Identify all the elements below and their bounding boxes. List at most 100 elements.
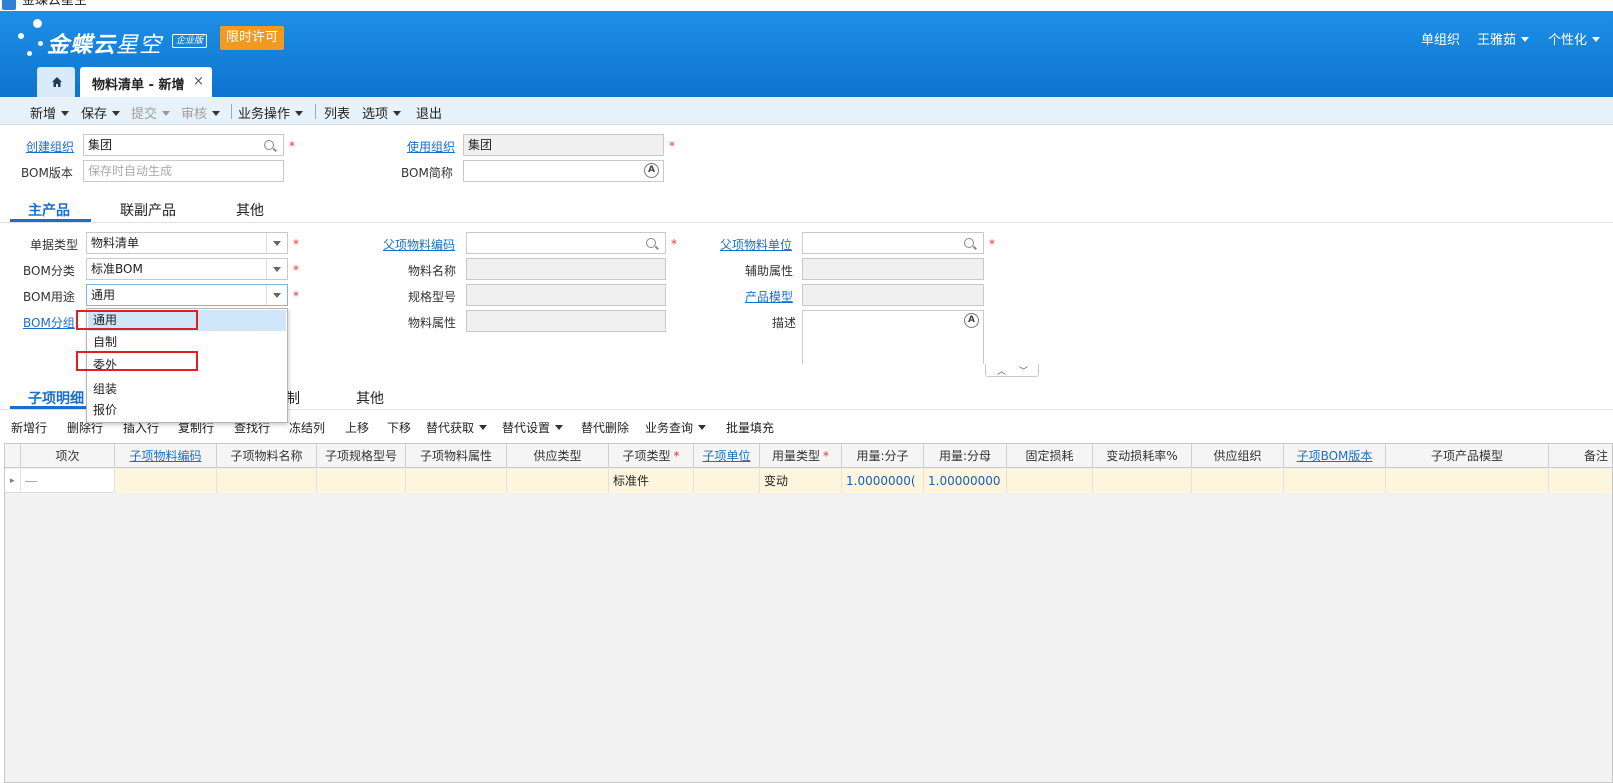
col-fixed-loss[interactable]: 固定损耗 — [1007, 444, 1093, 468]
col-denominator[interactable]: 用量:分母 — [924, 444, 1007, 468]
search-icon[interactable] — [264, 140, 274, 150]
parent-unit-input[interactable] — [802, 232, 984, 254]
substitute-delete-button[interactable]: 替代删除 — [581, 419, 629, 436]
cell-child-model[interactable] — [1386, 469, 1549, 493]
col-child-name[interactable]: 子项物料名称 — [217, 444, 317, 468]
submit-button[interactable]: 提交 — [131, 103, 171, 122]
business-query-button[interactable]: 业务查询 — [645, 419, 707, 436]
use-org-label[interactable]: 使用组织 — [407, 138, 455, 155]
option-quote[interactable]: 报价 — [88, 400, 286, 421]
cell-usage-type[interactable]: 变动 — [760, 469, 842, 493]
bom-version-input[interactable]: 保存时自动生成 — [83, 160, 284, 182]
cell-child-type[interactable]: 标准件 — [609, 469, 694, 493]
col-usage-type[interactable]: 用量类型 * — [760, 444, 842, 468]
business-ops-button[interactable]: 业务操作 — [238, 103, 304, 122]
desc-textarea[interactable] — [802, 310, 984, 364]
tab-child-details[interactable]: 子项明细 — [28, 388, 84, 408]
tab-hidden-partial[interactable]: 制 — [286, 388, 300, 408]
col-child-spec[interactable]: 子项规格型号 — [317, 444, 406, 468]
cell-child-attr[interactable] — [406, 469, 507, 493]
bom-short-input[interactable] — [463, 160, 664, 182]
bom-group-label[interactable]: BOM分组 — [23, 314, 75, 331]
chevron-down-icon[interactable] — [266, 285, 286, 305]
cell-child-name[interactable] — [217, 469, 317, 493]
tab-co-products[interactable]: 联副产品 — [120, 200, 176, 220]
col-remark[interactable]: 备注 — [1549, 444, 1612, 468]
substitute-settings-button[interactable]: 替代设置 — [502, 419, 564, 436]
col-child-unit[interactable]: 子项单位 — [694, 444, 760, 468]
org-menu[interactable]: 单组织 — [1421, 29, 1460, 48]
list-button[interactable]: 列表 — [324, 103, 350, 122]
search-icon[interactable] — [964, 238, 974, 248]
col-supply-org[interactable]: 供应组织 — [1192, 444, 1284, 468]
move-down-button[interactable]: 下移 — [387, 419, 411, 436]
cell-remark[interactable] — [1549, 469, 1612, 493]
audit-button[interactable]: 审核 — [181, 103, 221, 122]
chevron-down-icon[interactable] — [266, 233, 286, 253]
cell-numerator[interactable]: 1.0000000( — [842, 469, 924, 493]
create-org-label[interactable]: 创建组织 — [26, 138, 74, 155]
col-child-attr[interactable]: 子项物料属性 — [406, 444, 507, 468]
parent-unit-label[interactable]: 父项物料单位 — [720, 236, 792, 253]
col-child-type[interactable]: 子项类型 * — [609, 444, 694, 468]
col-item-no[interactable]: 项次 — [21, 444, 115, 468]
create-org-input[interactable]: 集团 — [83, 134, 284, 156]
batch-fill-button[interactable]: 批量填充 — [726, 419, 774, 436]
add-row-button[interactable]: 新增行 — [11, 419, 47, 436]
close-icon[interactable]: × — [193, 74, 204, 89]
bom-use-select[interactable]: 通用 — [86, 284, 288, 306]
table-row[interactable]: ▸ 标准件 变动 1.0000000( 1.00000000 — [5, 469, 1612, 493]
col-variable-loss[interactable]: 变动损耗率% — [1093, 444, 1192, 468]
chevron-down-icon — [112, 111, 121, 116]
save-button[interactable]: 保存 — [81, 103, 121, 122]
chevron-down-icon — [698, 425, 707, 430]
main-toolbar: 新增 保存 提交 审核 业务操作 列表 选项 退出 — [0, 97, 1613, 125]
exit-button[interactable]: 退出 — [416, 103, 442, 122]
search-icon[interactable] — [646, 238, 656, 248]
substitute-get-button[interactable]: 替代获取 — [426, 419, 488, 436]
option-assembly[interactable]: 组装 — [88, 379, 286, 400]
tab-other[interactable]: 其他 — [236, 200, 264, 220]
tab-bom-new[interactable]: 物料清单 - 新增 × — [80, 67, 212, 97]
product-model-label[interactable]: 产品模型 — [745, 288, 793, 305]
required-mark: * — [671, 237, 677, 251]
cell-fixed-loss[interactable] — [1007, 469, 1093, 493]
divider — [0, 222, 1613, 223]
cell-variable-loss[interactable] — [1093, 469, 1192, 493]
license-button[interactable]: 限时许可 — [220, 26, 285, 50]
cell-child-code[interactable] — [115, 469, 217, 493]
use-org-input: 集团 — [463, 134, 664, 156]
options-button[interactable]: 选项 — [362, 103, 402, 122]
col-child-bom-version[interactable]: 子项BOM版本 — [1284, 444, 1386, 468]
doc-type-select[interactable]: 物料清单 — [86, 232, 288, 254]
col-supply-type[interactable]: 供应类型 — [507, 444, 609, 468]
user-menu[interactable]: 王雅茹 — [1477, 29, 1530, 48]
cell-child-unit[interactable] — [694, 469, 760, 493]
collapse-toggle[interactable]: ︿ ﹀ — [985, 364, 1039, 377]
option-self-made[interactable]: 自制 — [88, 332, 286, 353]
tab-detail-other[interactable]: 其他 — [356, 388, 384, 408]
parent-code-input[interactable] — [466, 232, 666, 254]
col-child-code[interactable]: 子项物料编码 — [115, 444, 217, 468]
freeze-column-button[interactable]: 冻结列 — [289, 419, 325, 436]
cell-supply-org[interactable] — [1192, 469, 1284, 493]
col-child-model[interactable]: 子项产品模型 — [1386, 444, 1549, 468]
tab-main-product[interactable]: 主产品 — [28, 200, 70, 220]
chevron-down-icon[interactable] — [266, 259, 286, 279]
home-tab[interactable] — [37, 67, 75, 97]
new-button[interactable]: 新增 — [30, 103, 70, 122]
cell-child-spec[interactable] — [317, 469, 406, 493]
personalize-menu[interactable]: 个性化 — [1548, 29, 1601, 48]
col-numerator[interactable]: 用量:分子 — [842, 444, 924, 468]
multilanguage-icon[interactable]: A — [964, 313, 979, 328]
cell-child-bom-version[interactable] — [1284, 469, 1386, 493]
bom-class-select[interactable]: 标准BOM — [86, 258, 288, 280]
move-up-button[interactable]: 上移 — [345, 419, 369, 436]
parent-code-label[interactable]: 父项物料编码 — [383, 236, 455, 253]
cell-item-no[interactable] — [21, 469, 115, 493]
multilanguage-icon[interactable]: A — [644, 163, 659, 178]
cell-denominator[interactable]: 1.00000000 — [924, 469, 1007, 493]
toolbar-divider — [231, 104, 232, 119]
cell-supply-type[interactable] — [507, 469, 609, 493]
doc-type-label: 单据类型 — [30, 238, 79, 252]
